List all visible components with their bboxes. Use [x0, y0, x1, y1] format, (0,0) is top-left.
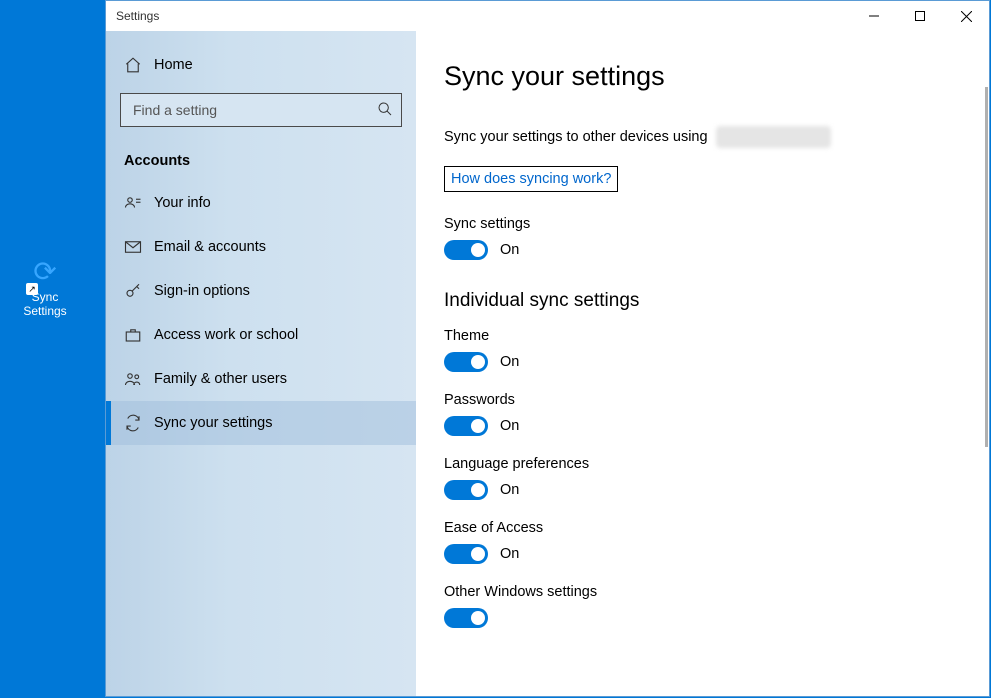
briefcase-icon	[124, 326, 154, 344]
sidebar-section-header: Accounts	[106, 137, 416, 175]
key-icon	[124, 282, 154, 300]
sidebar-item-label: Your info	[154, 195, 211, 211]
sidebar-item-email-accounts[interactable]: Email & accounts	[106, 225, 416, 269]
setting-label: Theme	[444, 328, 989, 344]
search-input[interactable]	[131, 101, 377, 119]
close-icon	[961, 11, 972, 22]
maximize-button[interactable]	[897, 1, 943, 31]
setting-theme: Theme On	[444, 328, 989, 372]
window-controls	[851, 1, 989, 31]
setting-label: Ease of Access	[444, 520, 989, 536]
sidebar-home[interactable]: Home	[106, 43, 416, 87]
settings-window: Settings Home	[105, 0, 990, 697]
sync-description: Sync your settings to other devices usin…	[444, 126, 989, 148]
setting-passwords: Passwords On	[444, 392, 989, 436]
mail-icon	[124, 238, 154, 256]
close-button[interactable]	[943, 1, 989, 31]
toggle-sync-settings[interactable]	[444, 240, 488, 260]
redacted-account	[716, 126, 831, 148]
setting-label: Language preferences	[444, 456, 989, 472]
sidebar-item-signin-options[interactable]: Sign-in options	[106, 269, 416, 313]
content-pane: Sync your settings Sync your settings to…	[416, 31, 989, 696]
toggle-state: On	[500, 354, 519, 370]
minimize-button[interactable]	[851, 1, 897, 31]
toggle-other-windows-settings[interactable]	[444, 608, 488, 628]
sidebar-item-label: Sign-in options	[154, 283, 250, 299]
toggle-language-preferences[interactable]	[444, 480, 488, 500]
toggle-passwords[interactable]	[444, 416, 488, 436]
sidebar: Home Accounts Your info	[106, 31, 416, 696]
setting-language-preferences: Language preferences On	[444, 456, 989, 500]
setting-other-windows-settings: Other Windows settings	[444, 584, 989, 628]
sidebar-item-label: Access work or school	[154, 327, 298, 343]
person-card-icon	[124, 194, 154, 212]
setting-label: Other Windows settings	[444, 584, 989, 600]
setting-ease-of-access: Ease of Access On	[444, 520, 989, 564]
toggle-state: On	[500, 546, 519, 562]
setting-label: Passwords	[444, 392, 989, 408]
toggle-theme[interactable]	[444, 352, 488, 372]
titlebar: Settings	[106, 1, 989, 31]
minimize-icon	[869, 11, 879, 21]
desktop-shortcut-sync-settings[interactable]: ⟳ ↗ Sync Settings	[10, 255, 80, 318]
sidebar-item-access-work-school[interactable]: Access work or school	[106, 313, 416, 357]
sidebar-item-label: Family & other users	[154, 371, 287, 387]
maximize-icon	[915, 11, 925, 21]
sidebar-item-label: Email & accounts	[154, 239, 266, 255]
shortcut-arrow-icon: ↗	[26, 283, 38, 295]
sync-icon: ⟳	[10, 255, 80, 288]
window-title: Settings	[116, 9, 851, 23]
page-title: Sync your settings	[444, 61, 989, 92]
subheading-individual: Individual sync settings	[444, 290, 989, 312]
toggle-ease-of-access[interactable]	[444, 544, 488, 564]
people-icon	[124, 370, 154, 388]
toggle-state: On	[500, 482, 519, 498]
sidebar-item-family-other-users[interactable]: Family & other users	[106, 357, 416, 401]
how-syncing-works-link[interactable]: How does syncing work?	[444, 166, 618, 192]
search-icon	[377, 101, 393, 120]
sidebar-item-sync-your-settings[interactable]: Sync your settings	[106, 401, 416, 445]
setting-label: Sync settings	[444, 216, 989, 232]
toggle-state: On	[500, 418, 519, 434]
sidebar-item-label: Sync your settings	[154, 415, 272, 431]
search-input-wrapper[interactable]	[120, 93, 402, 127]
sync-icon	[124, 414, 154, 432]
sidebar-item-your-info[interactable]: Your info	[106, 181, 416, 225]
home-icon	[124, 56, 154, 74]
setting-sync-settings: Sync settings On	[444, 216, 989, 260]
sidebar-home-label: Home	[154, 57, 193, 73]
scrollbar[interactable]	[985, 87, 988, 447]
toggle-state: On	[500, 242, 519, 258]
